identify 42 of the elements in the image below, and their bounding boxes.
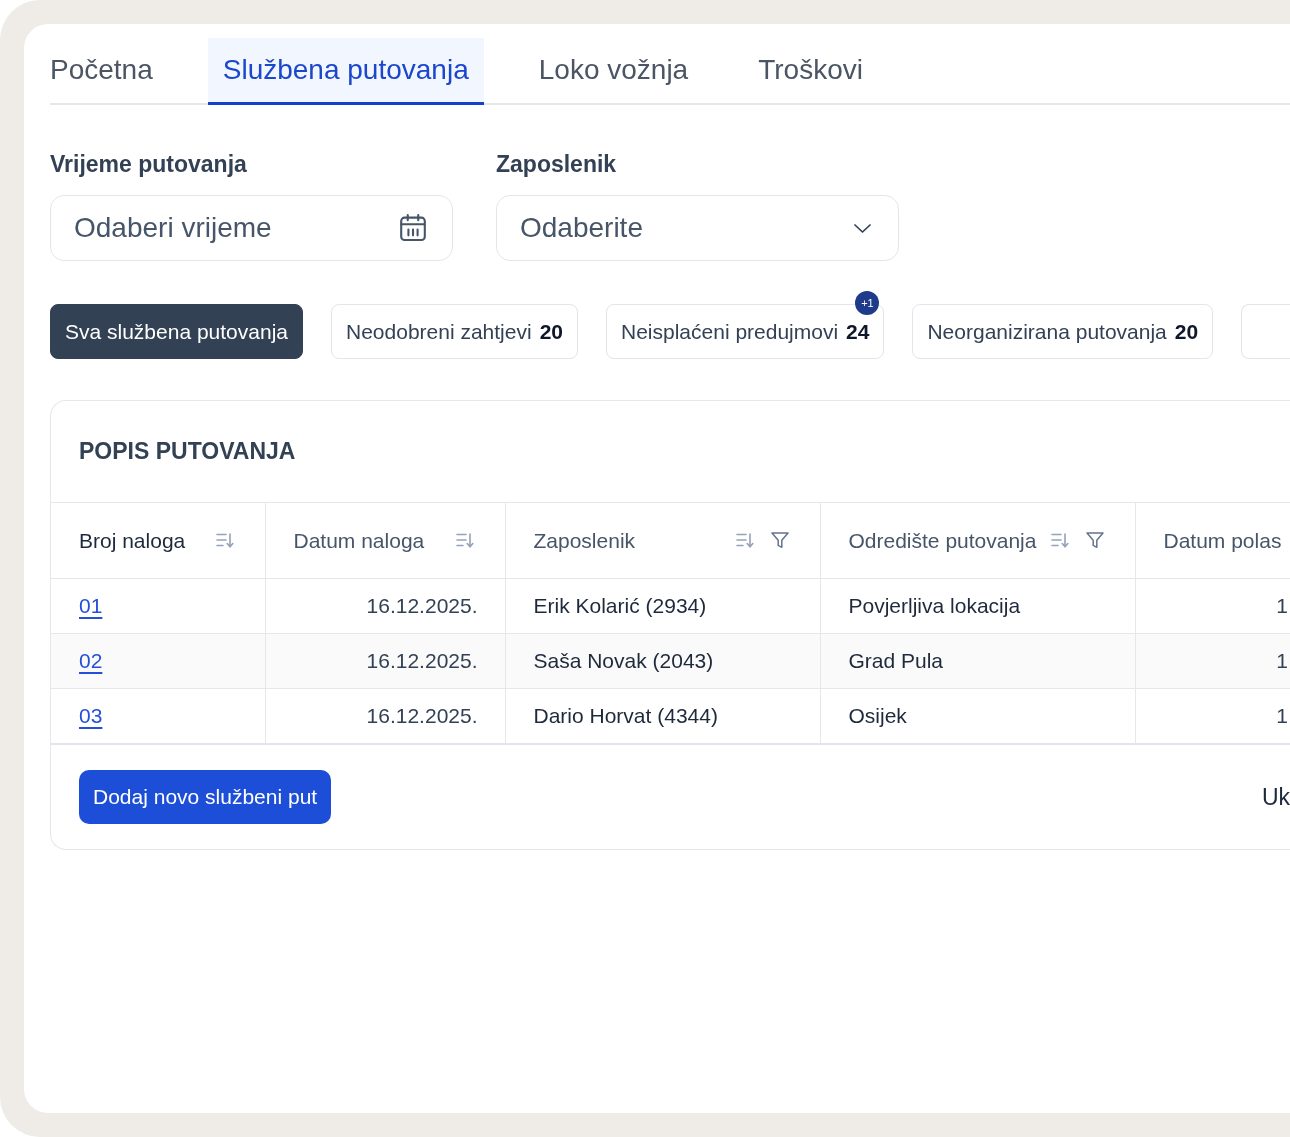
sort-icon[interactable] (1050, 533, 1069, 548)
table-cell: 1 (1135, 633, 1290, 689)
table-cell: 1 (1135, 688, 1290, 744)
column-header: Datum polas (1163, 528, 1283, 553)
table-cell: 16.12.2025. (265, 633, 505, 689)
table-cell: Erik Kolarić (2934) (505, 578, 820, 634)
column-header: Zaposlenik (533, 528, 637, 553)
add-trip-button[interactable]: Dodaj novo službeni put (79, 770, 332, 824)
total-label: Uk (1261, 783, 1290, 811)
table-cell: Osijek (820, 688, 1135, 744)
order-link[interactable]: 03 (79, 704, 103, 727)
employee-select[interactable]: Odaberite (496, 195, 899, 261)
tab[interactable]: Službena putovanja (207, 38, 484, 105)
tab[interactable]: Troškovi (743, 38, 878, 105)
table-cell: Grad Pula (820, 633, 1135, 689)
table-cell: 1 (1135, 578, 1290, 634)
column-header: Datum naloga (293, 528, 426, 553)
filter-chip[interactable]: Sva službena putovanja (50, 304, 303, 359)
date-field[interactable]: Odaberi vrijeme (50, 195, 453, 261)
table-cell: Povjerljiva lokacija (820, 578, 1135, 634)
table-cell: Dario Horvat (4344) (505, 688, 820, 744)
field-label: Zaposlenik (496, 152, 617, 177)
order-link[interactable]: 01 (79, 594, 103, 617)
filter-chip[interactable]: Neodobreni zahtjevi 20 (331, 304, 578, 359)
calendar-icon[interactable] (400, 214, 426, 241)
filter-chip[interactable]: Neorganizirana putovanja 20 (912, 304, 1214, 359)
tab[interactable]: Loko vožnja (523, 38, 704, 105)
field-label: Vrijeme putovanja (50, 152, 247, 177)
sort-icon[interactable] (215, 533, 234, 548)
table-cell: Saša Novak (2043) (505, 633, 820, 689)
table-cell: 16.12.2025. (265, 688, 505, 744)
order-link[interactable]: 02 (79, 649, 103, 672)
notification-badge: +1 (855, 291, 880, 315)
filter-icon[interactable] (1085, 532, 1104, 549)
sort-icon[interactable] (455, 533, 474, 548)
tab[interactable]: Početna (35, 38, 168, 105)
table-cell: 16.12.2025. (265, 578, 505, 634)
sort-icon[interactable] (735, 533, 754, 548)
chevron-down-icon (854, 223, 871, 233)
table-title: POPIS PUTOVANJA (79, 438, 296, 465)
column-header: Broj naloga (79, 528, 187, 553)
filter-icon[interactable] (770, 532, 789, 549)
